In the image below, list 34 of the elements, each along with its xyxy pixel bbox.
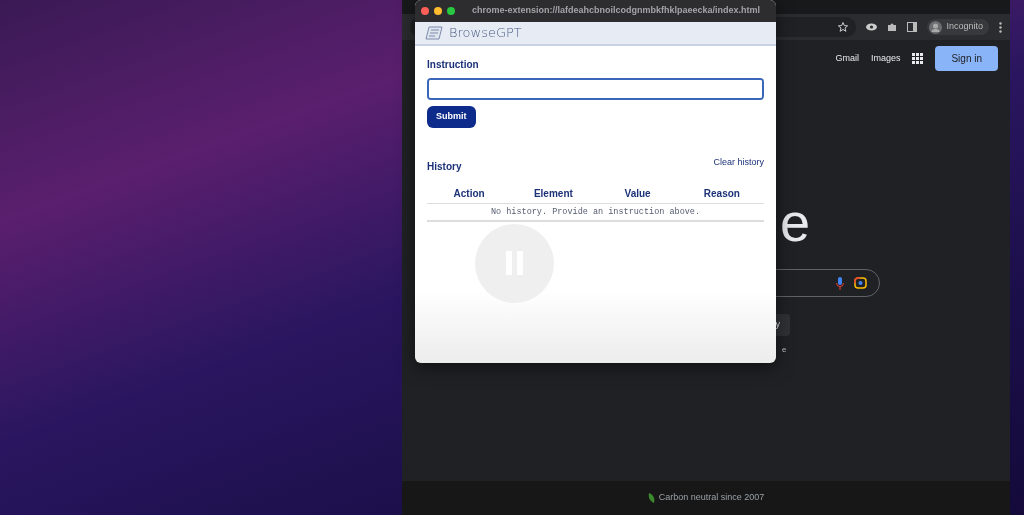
header-link[interactable]: Gmail xyxy=(835,51,859,66)
empty-message: No history. Provide an instruction above. xyxy=(427,203,764,222)
profile-label: Incognito xyxy=(946,20,983,34)
incognito-icon xyxy=(929,20,943,34)
header-link[interactable]: Images xyxy=(870,51,901,66)
sidebar-icon[interactable] xyxy=(907,22,918,32)
sign-in-button[interactable]: Sign in xyxy=(935,46,998,71)
footer-text: Carbon neutral since 2007 xyxy=(658,491,765,505)
text-fragment: e xyxy=(782,344,787,356)
submit-button[interactable]: Submit xyxy=(427,106,476,128)
apps-grid-icon[interactable] xyxy=(912,53,924,64)
menu-icon[interactable] xyxy=(999,21,1002,33)
microphone-icon[interactable] xyxy=(836,276,844,290)
column-header: Action xyxy=(427,183,512,203)
column-header: Value xyxy=(595,183,680,203)
leaf-icon xyxy=(647,493,655,503)
star-icon[interactable] xyxy=(838,22,849,32)
profile-button[interactable]: Incognito xyxy=(927,19,989,35)
close-icon[interactable] xyxy=(421,7,429,15)
minimize-icon[interactable] xyxy=(434,7,442,15)
app-title: BrowseGPT xyxy=(449,24,522,43)
logo-fragment: e xyxy=(780,195,811,249)
camera-icon[interactable] xyxy=(854,277,867,289)
maximize-icon[interactable] xyxy=(447,7,455,15)
section-title: History xyxy=(427,159,462,174)
puzzle-icon[interactable] xyxy=(887,22,898,32)
window-url: chrome-extension://lafdeahcbnoilcodgnmbkfhklpaeecka/index.html xyxy=(472,4,761,18)
instruction-field[interactable] xyxy=(427,78,764,100)
clear-history-link[interactable]: Clear history xyxy=(713,155,764,174)
eye-icon[interactable] xyxy=(866,23,878,31)
column-header: Reason xyxy=(679,183,764,203)
scroll-icon xyxy=(425,26,443,40)
column-header: Element xyxy=(511,183,596,203)
field-label: Instruction xyxy=(427,58,480,72)
